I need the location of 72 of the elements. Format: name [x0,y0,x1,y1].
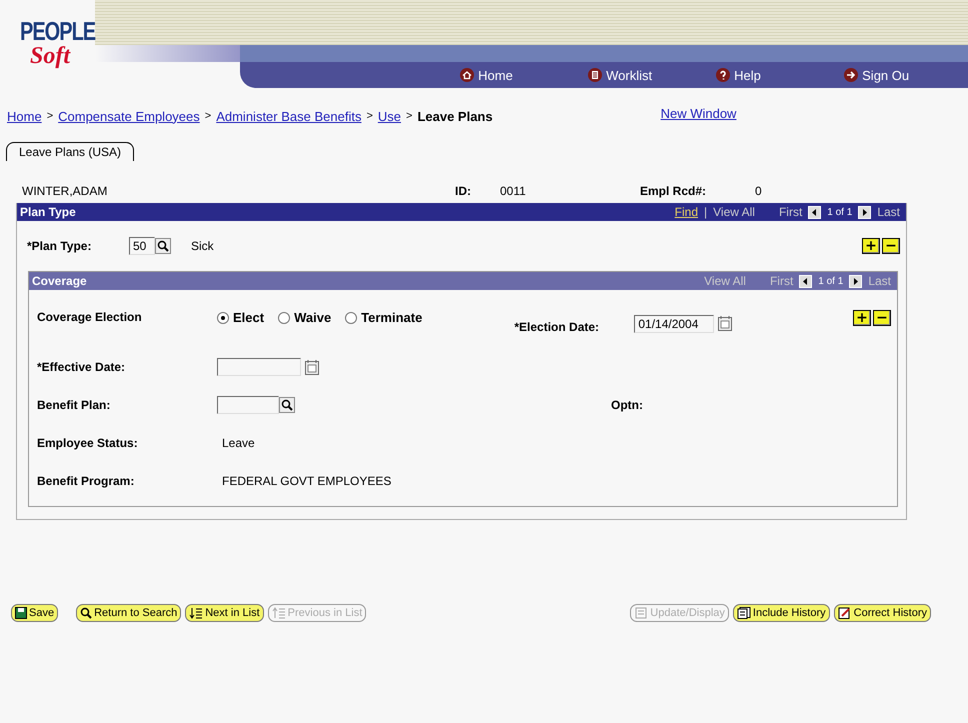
house-icon [460,68,474,82]
view-all-link[interactable]: View All [713,205,755,219]
worklist-icon [588,68,602,82]
calendar-icon[interactable] [305,360,319,374]
search-icon[interactable] [155,238,171,254]
delete-row-button[interactable]: − [882,238,900,254]
toolbar-button[interactable]: Correct History [834,604,931,622]
benefit-plan-field[interactable] [217,396,279,414]
empl-rcd-value: 0 [755,184,762,198]
plan-type-panel: Plan Type Find | View All First 1 of 1 Last *Plan Type: 50 Sick + − Coverage View All First 1 of 1 Last Coverage Election Elect Waive Terminate *Election Date: 01/14/2004 + − *Effective Date: Benefit Plan: Optn: Employee Status: Leave Benefit Program: FEDERAL GOVT EMPLOYEES [16,203,907,520]
list-down-icon [189,607,204,619]
breadcrumb-separator: > [204,110,212,122]
section-header: Coverage View All First 1 of 1 Last [29,272,897,290]
radio-option[interactable]: Waive [278,310,332,325]
new-window-link[interactable]: New Window [660,106,736,120]
radio-button[interactable] [278,312,290,324]
benefit-program-value: FEDERAL GOVT EMPLOYEES [222,474,392,488]
page-count: 1 of 1 [818,276,844,286]
search-icon [80,607,92,619]
toolbar-button[interactable]: Return to Search [76,604,182,622]
breadcrumb-link[interactable]: Administer Base Benefits [216,108,362,124]
last-link[interactable]: Last [877,205,900,219]
breadcrumb-link[interactable]: Compensate Employees [58,108,200,124]
radio-button[interactable] [217,312,229,324]
add-row-button[interactable]: + [853,310,871,326]
radio-option[interactable]: Terminate [345,310,422,325]
coverage-panel: Coverage View All First 1 of 1 Last Coverage Election Elect Waive Terminate *Election Date: 01/14/2004 + − *Effective Date: Benefit Plan: Optn: Employee Status: Leave Benefit Program: FEDERAL GOVT EMPLOYEES [28,271,898,507]
tab[interactable]: Leave Plans (USA) [6,142,134,161]
add-row-button[interactable]: + [862,238,880,254]
employee-name: WINTER,ADAM [22,184,108,198]
breadcrumb-separator: > [406,110,412,122]
page-count: 1 of 1 [827,206,852,218]
find-link[interactable]: Find [674,205,698,219]
toolbar-button[interactable]: Include History [732,604,830,622]
nav-link[interactable]: Help [716,68,844,82]
toolbar-button[interactable]: Next in List [185,604,264,622]
plan-type-description: Sick [191,239,215,253]
id-value: 0011 [500,184,527,198]
toolbar-button[interactable]: Save [11,604,58,622]
section-header: Plan Type Find | View All First 1 of 1 Last [17,203,906,221]
election-date-field[interactable]: 01/14/2004 [634,315,714,333]
calendar-icon[interactable] [718,316,732,331]
delete-row-button[interactable]: − [873,310,891,326]
next-icon[interactable] [849,274,862,288]
separator: | [704,205,708,219]
list-up-icon [272,607,286,619]
page-title: Leave Plans [417,108,493,124]
effective-date-field[interactable] [217,358,301,376]
edit-document-icon [838,607,852,619]
logo: PEOPLE Soft [19,17,96,71]
help-icon [716,68,730,82]
breadcrumb-link[interactable]: Use [378,108,401,124]
employee-status-value: Leave [222,436,255,450]
document-icon [736,607,751,619]
first-link[interactable]: First [778,205,802,219]
id-label: ID: [455,184,472,198]
nav-link[interactable]: Worklist [588,68,716,82]
plan-type-field[interactable]: 50 [129,237,155,255]
radio-option[interactable]: Elect [217,310,264,325]
breadcrumb-separator: > [366,110,373,122]
next-icon[interactable] [858,206,872,218]
nav-link[interactable]: Home [460,68,588,82]
previous-icon[interactable] [799,274,812,288]
search-icon[interactable] [279,397,295,413]
breadcrumb-link[interactable]: Home [7,108,42,124]
breadcrumb-separator: > [46,110,54,122]
arrow-icon [844,68,858,82]
document-icon [634,607,648,619]
previous-icon[interactable] [808,206,822,218]
nav-link[interactable]: Sign Ou [844,68,968,82]
empl-rcd-label: Empl Rcd#: [640,184,708,198]
radio-button[interactable] [345,312,358,324]
